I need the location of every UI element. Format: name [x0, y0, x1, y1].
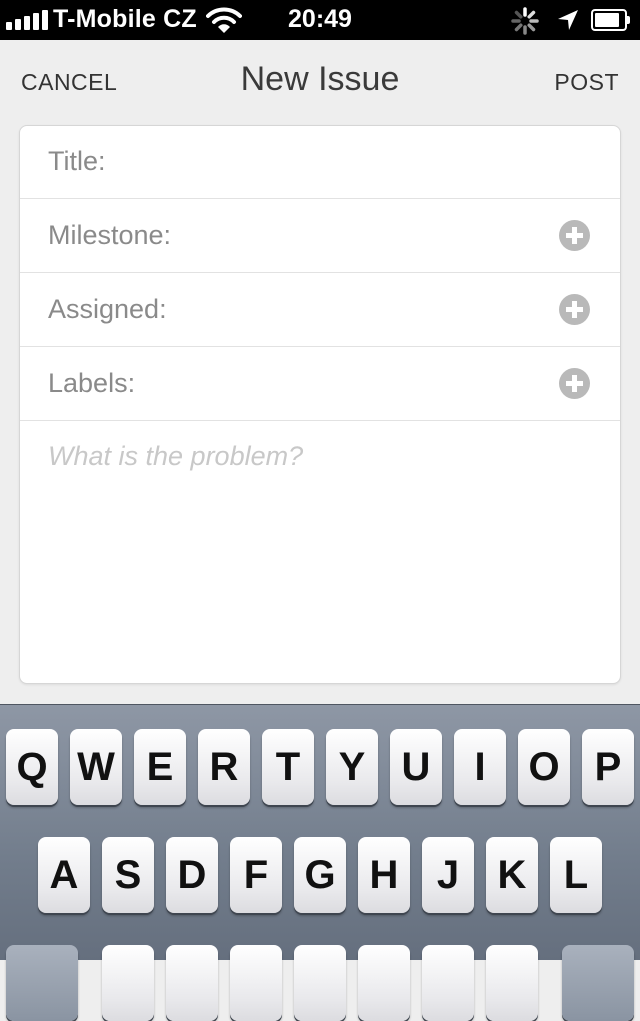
- title-field[interactable]: Title:: [20, 126, 620, 199]
- battery-icon: [591, 9, 630, 31]
- key-o[interactable]: O: [518, 729, 570, 805]
- navigation-bar: CANCEL New Issue POST: [0, 40, 640, 126]
- labels-label: Labels:: [48, 368, 136, 398]
- clock-time: 20:49: [288, 5, 352, 33]
- backspace-key[interactable]: [562, 945, 634, 1021]
- location-arrow-icon: [558, 10, 578, 30]
- key-u[interactable]: U: [390, 729, 442, 805]
- key-h[interactable]: H: [358, 837, 410, 913]
- new-issue-screen: CANCEL New Issue POST Title: Milestone: …: [0, 40, 640, 704]
- add-label-plus-icon[interactable]: [559, 368, 590, 399]
- keyboard-key[interactable]: [230, 945, 282, 1021]
- title-label: Title:: [48, 146, 106, 176]
- assigned-label: Assigned:: [48, 294, 167, 324]
- issue-form-card: Title: Milestone: Assigned: Labels:: [19, 125, 621, 684]
- keyboard-key[interactable]: [486, 945, 538, 1021]
- milestone-label: Milestone:: [48, 220, 172, 250]
- status-bar: T-Mobile CZ 20:49: [0, 0, 640, 40]
- key-a[interactable]: A: [38, 837, 90, 913]
- activity-spinner-icon: [511, 7, 539, 35]
- add-milestone-plus-icon[interactable]: [559, 220, 590, 251]
- key-t[interactable]: T: [262, 729, 314, 805]
- add-assignee-plus-icon[interactable]: [559, 294, 590, 325]
- key-j[interactable]: J: [422, 837, 474, 913]
- key-s[interactable]: S: [102, 837, 154, 913]
- cancel-button[interactable]: CANCEL: [21, 69, 117, 96]
- keyboard-key[interactable]: [166, 945, 218, 1021]
- key-i[interactable]: I: [454, 729, 506, 805]
- milestone-row[interactable]: Milestone:: [20, 200, 620, 273]
- keyboard-key[interactable]: [422, 945, 474, 1021]
- post-button[interactable]: POST: [554, 69, 619, 96]
- key-w[interactable]: W: [70, 729, 122, 805]
- key-q[interactable]: Q: [6, 729, 58, 805]
- keyboard-key[interactable]: [358, 945, 410, 1021]
- key-e[interactable]: E: [134, 729, 186, 805]
- key-g[interactable]: G: [294, 837, 346, 913]
- issue-body-textarea[interactable]: [20, 422, 620, 682]
- keyboard-key[interactable]: [102, 945, 154, 1021]
- key-y[interactable]: Y: [326, 729, 378, 805]
- shift-key[interactable]: [6, 945, 78, 1021]
- keyboard: QWERTYUIOP ASDFGHJKL: [0, 704, 640, 1021]
- key-f[interactable]: F: [230, 837, 282, 913]
- assigned-row[interactable]: Assigned:: [20, 274, 620, 347]
- key-r[interactable]: R: [198, 729, 250, 805]
- labels-row[interactable]: Labels:: [20, 348, 620, 421]
- key-d[interactable]: D: [166, 837, 218, 913]
- key-l[interactable]: L: [550, 837, 602, 913]
- keyboard-key[interactable]: [294, 945, 346, 1021]
- key-k[interactable]: K: [486, 837, 538, 913]
- key-p[interactable]: P: [582, 729, 634, 805]
